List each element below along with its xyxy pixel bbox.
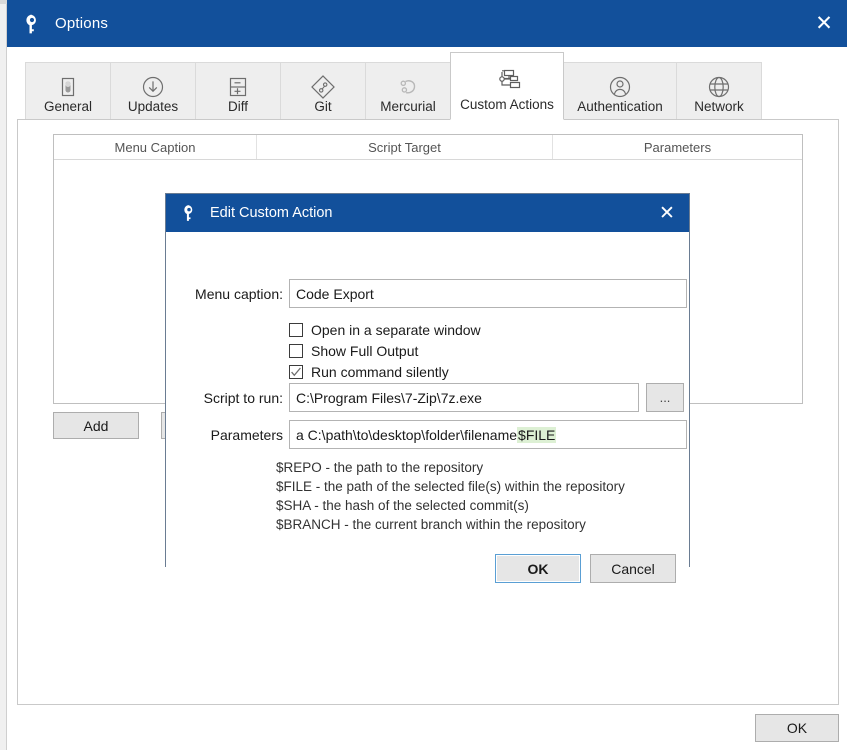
plus-minus-icon [225,72,251,102]
check-icon [291,367,301,376]
script-to-run-input[interactable]: C:\Program Files\7-Zip\7z.exe [289,383,639,412]
options-ok-button[interactable]: OK [755,714,839,742]
help-line-repo: $REPO - the path to the repository [276,460,484,475]
edit-custom-action-dialog: Edit Custom Action ✕ Menu caption: Code … [165,193,690,583]
window-left-edge [0,0,7,750]
tab-label: Authentication [577,99,663,114]
tab-git[interactable]: Git [280,62,366,120]
column-header-parameters[interactable]: Parameters [553,135,802,159]
menu-caption-row: Menu caption: Code Export [178,279,687,308]
checkbox-label: Show Full Output [311,342,419,359]
window-title: Options [55,15,109,32]
device-icon [55,72,81,102]
column-header-script-target[interactable]: Script Target [257,135,553,159]
options-window: Options ✕ General Updates Diff Git Mercu… [0,0,847,750]
checkbox-show-full-output[interactable]: Show Full Output [289,340,481,361]
tab-label: Mercurial [380,99,436,114]
dialog-title: Edit Custom Action [210,205,333,221]
globe-icon [705,72,733,102]
tab-general[interactable]: General [25,62,111,120]
parameters-text: a C:\path\to\desktop\folder\filename [296,426,518,443]
hierarchy-icon [492,65,522,95]
dialog-body: Menu caption: Code Export Open in a sepa… [166,232,689,583]
dialog-titlebar: Edit Custom Action ✕ [166,194,689,232]
tab-label: Updates [127,99,179,114]
checkbox-box [289,343,303,358]
download-arrow-icon [139,72,167,102]
git-diamond-icon [309,72,337,102]
tab-authentication[interactable]: Authentication [563,62,677,120]
checkbox-box [289,364,303,379]
checkbox-open-separate-window[interactable]: Open in a separate window [289,319,481,340]
tab-label: General [43,99,93,114]
parameters-token: $FILE [517,426,557,443]
tab-updates[interactable]: Updates [110,62,196,120]
tab-custom-actions[interactable]: Custom Actions [450,52,564,120]
tab-label: Git [314,99,332,114]
parameters-label: Parameters [210,426,283,443]
tab-strip: General Updates Diff Git Mercurial Custo… [8,47,847,120]
checkbox-box [289,322,303,337]
close-icon[interactable]: ✕ [801,0,847,47]
script-to-run-row: Script to run: C:\Program Files\7-Zip\7z… [178,383,684,412]
tab-label: Custom Actions [460,97,554,112]
dialog-close-icon[interactable]: ✕ [645,194,689,232]
keyhole-icon [19,11,45,37]
tab-network[interactable]: Network [676,62,762,120]
tab-label: Diff [227,99,248,114]
tab-mercurial[interactable]: Mercurial [365,62,451,120]
help-line-branch: $BRANCH - the current branch within the … [276,517,586,532]
checkbox-label: Run command silently [311,363,449,380]
checkbox-run-command-silently[interactable]: Run command silently [289,361,481,382]
column-header-menu-caption[interactable]: Menu Caption [54,135,257,159]
list-header-row: Menu Caption Script Target Parameters [54,135,802,160]
parameters-input[interactable]: a C:\path\to\desktop\folder\filename $FI… [289,420,687,449]
window-left-edge-top [0,0,7,4]
parameters-row: Parameters a C:\path\to\desktop\folder\f… [178,420,687,449]
browse-button[interactable]: ... [646,383,684,412]
mercurial-icon [394,72,422,102]
tab-label: Network [694,99,744,114]
variables-help-text: $REPO - the path to the repository $FILE… [276,458,625,534]
script-to-run-label: Script to run: [203,389,283,406]
window-titlebar: Options ✕ [7,0,847,47]
dialog-button-row: OK Cancel [495,554,676,583]
options-checkbox-group: Open in a separate window Show Full Outp… [289,319,481,382]
person-circle-icon [606,72,634,102]
add-button[interactable]: Add [53,412,139,439]
menu-caption-input[interactable]: Code Export [289,279,687,308]
help-line-file: $FILE - the path of the selected file(s)… [276,479,625,494]
menu-caption-label: Menu caption: [195,285,283,302]
dialog-ok-button[interactable]: OK [495,554,581,583]
keyhole-icon [178,202,200,224]
dialog-cancel-button[interactable]: Cancel [590,554,676,583]
help-line-sha: $SHA - the hash of the selected commit(s… [276,498,529,513]
tab-diff[interactable]: Diff [195,62,281,120]
checkbox-label: Open in a separate window [311,321,481,338]
